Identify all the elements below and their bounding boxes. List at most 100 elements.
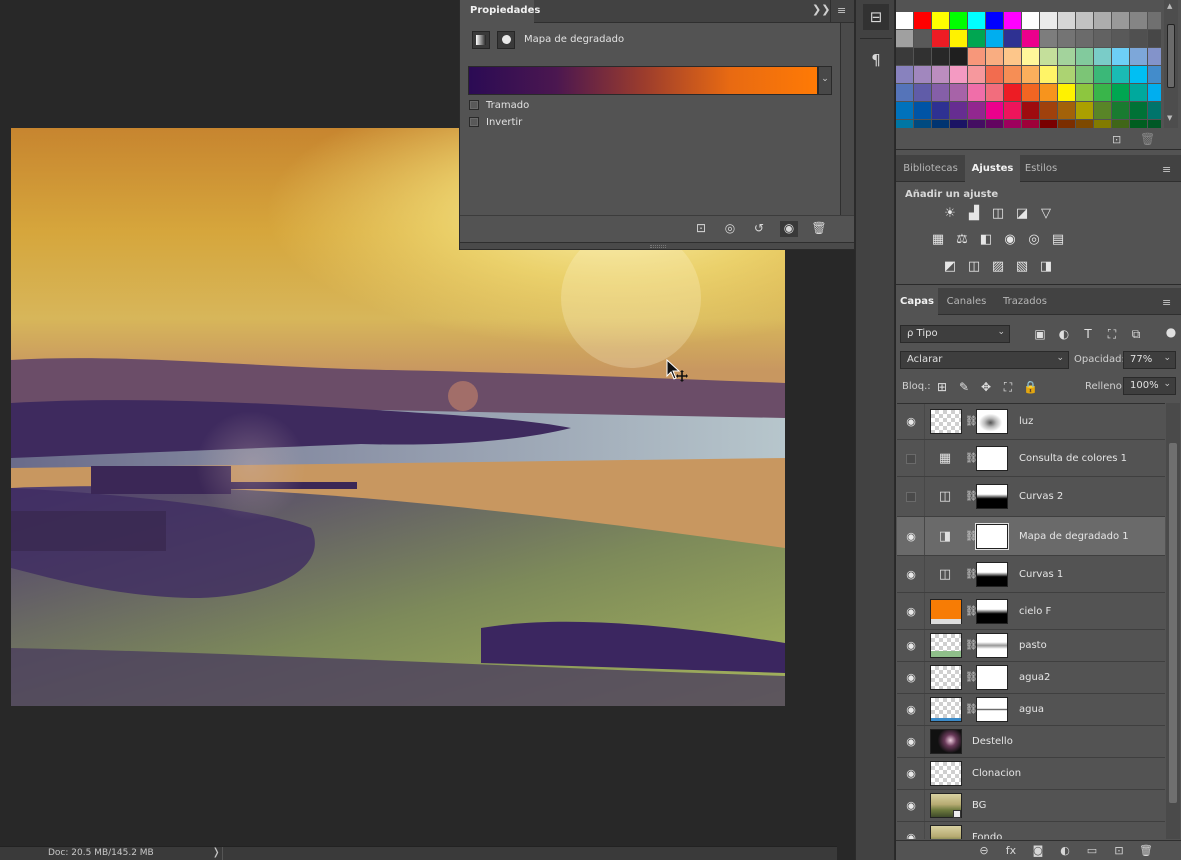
swatch[interactable] xyxy=(1112,66,1129,83)
visibility-cell[interactable]: ◉ xyxy=(897,726,925,757)
swatch[interactable] xyxy=(1094,84,1111,101)
eye-icon[interactable]: ◉ xyxy=(905,640,917,651)
swatch[interactable] xyxy=(1022,102,1039,119)
new-adjustment-icon[interactable]: ◐ xyxy=(1057,844,1073,858)
properties-scrollbar[interactable] xyxy=(840,23,854,215)
tab-properties[interactable]: Propiedades xyxy=(460,0,540,23)
layer-row[interactable]: ◉ ⛓ luz xyxy=(897,404,1165,440)
layer-mask-thumbnail[interactable] xyxy=(976,697,1008,722)
trash-icon[interactable]: 🗑 xyxy=(810,221,828,237)
swatch[interactable] xyxy=(1112,30,1129,47)
swatch[interactable] xyxy=(1040,120,1057,128)
eye-icon[interactable]: ◉ xyxy=(905,531,917,542)
swatch[interactable] xyxy=(1004,48,1021,65)
layer-name[interactable]: Clonacion xyxy=(972,768,1021,779)
selective-color-icon[interactable]: ▧ xyxy=(1014,259,1030,275)
swatch[interactable] xyxy=(932,30,949,47)
link-icon[interactable]: ⛓ xyxy=(965,672,978,684)
swatch[interactable] xyxy=(932,84,949,101)
swatch[interactable] xyxy=(968,120,985,128)
visibility-cell[interactable]: ◉ xyxy=(897,758,925,789)
hue-saturation-icon[interactable]: ▦ xyxy=(930,232,946,248)
swatch[interactable] xyxy=(1058,120,1075,128)
swatch[interactable] xyxy=(1112,12,1129,29)
swatch[interactable] xyxy=(986,102,1003,119)
channel-mixer-icon[interactable]: ◎ xyxy=(1026,232,1042,248)
layer-mask-thumbnail[interactable] xyxy=(975,523,1009,550)
swatch[interactable] xyxy=(914,30,931,47)
swatch[interactable] xyxy=(986,66,1003,83)
swatch[interactable] xyxy=(986,120,1003,128)
swatch[interactable] xyxy=(1004,30,1021,47)
swatch[interactable] xyxy=(1058,48,1075,65)
layer-row[interactable]: ◉ ⛓ agua xyxy=(897,694,1165,726)
swatch[interactable] xyxy=(1076,12,1093,29)
mask-icon[interactable] xyxy=(497,31,515,49)
swatch[interactable] xyxy=(968,84,985,101)
clip-to-layer-icon[interactable]: ⊡ xyxy=(692,221,710,237)
delete-layer-icon[interactable]: 🗑 xyxy=(1138,844,1154,858)
swatch[interactable] xyxy=(1022,66,1039,83)
color-balance-icon[interactable]: ⚖ xyxy=(954,232,970,248)
swatch[interactable] xyxy=(986,12,1003,29)
history-panel-button[interactable]: ⊟ xyxy=(863,4,889,30)
link-icon[interactable]: ⛓ xyxy=(965,606,978,618)
layers-scrollbar[interactable] xyxy=(1166,403,1180,839)
swatch[interactable] xyxy=(1004,12,1021,29)
layer-mask-thumbnail[interactable] xyxy=(976,633,1008,658)
exposure-icon[interactable]: ◪ xyxy=(1014,206,1030,222)
swatch[interactable] xyxy=(1076,66,1093,83)
swatch[interactable] xyxy=(1040,48,1057,65)
link-icon[interactable]: ⛓ xyxy=(965,569,978,581)
layer-mask-thumbnail[interactable] xyxy=(976,446,1008,471)
blend-mode-select[interactable]: Aclarar ⌄ xyxy=(900,351,1069,369)
visibility-cell[interactable]: ◉ xyxy=(897,822,925,839)
lock-position-icon[interactable]: ✥ xyxy=(979,380,993,394)
swatch[interactable] xyxy=(950,120,967,128)
swatch[interactable] xyxy=(896,12,913,29)
swatch[interactable] xyxy=(1094,120,1111,128)
link-icon[interactable]: ⛓ xyxy=(965,531,978,543)
visibility-cell[interactable]: ◉ xyxy=(897,556,925,592)
swatch[interactable] xyxy=(1148,102,1161,119)
swatch[interactable] xyxy=(950,84,967,101)
swatch[interactable] xyxy=(1130,30,1147,47)
layer-row[interactable]: ◉ Clonacion xyxy=(897,758,1165,790)
eye-icon[interactable]: ◉ xyxy=(905,832,917,839)
layer-name[interactable]: agua xyxy=(1019,704,1044,715)
eye-icon[interactable]: ◉ xyxy=(905,704,917,715)
new-swatch-icon[interactable]: ⊡ xyxy=(1112,133,1121,146)
type-filter-icon[interactable]: T xyxy=(1081,327,1095,341)
layer-name[interactable]: Consulta de colores 1 xyxy=(1019,453,1127,464)
layer-name[interactable]: agua2 xyxy=(1019,672,1050,683)
swatch[interactable] xyxy=(1148,84,1161,101)
swatch[interactable] xyxy=(1112,84,1129,101)
tab-paths[interactable]: Trazados xyxy=(995,288,1055,315)
tab-styles[interactable]: Estilos xyxy=(1020,155,1062,182)
swatch[interactable] xyxy=(1094,12,1111,29)
visibility-cell[interactable]: ◉ xyxy=(897,404,925,439)
swatch[interactable] xyxy=(950,102,967,119)
layer-name[interactable]: Mapa de degradado 1 xyxy=(1019,531,1129,542)
swatch[interactable] xyxy=(1058,84,1075,101)
swatch[interactable] xyxy=(1148,12,1161,29)
tab-layers[interactable]: Capas xyxy=(896,288,938,315)
status-menu-arrow-icon[interactable]: ❭ xyxy=(212,847,220,858)
layer-row[interactable]: ◉ Destello xyxy=(897,726,1165,758)
swatch[interactable] xyxy=(1040,84,1057,101)
visibility-cell[interactable]: ◉ xyxy=(897,694,925,725)
swatch[interactable] xyxy=(1022,120,1039,128)
tab-adjustments[interactable]: Ajustes xyxy=(965,155,1020,182)
swatch[interactable] xyxy=(896,30,913,47)
layer-mask-thumbnail[interactable] xyxy=(976,409,1008,434)
option-reverse[interactable]: Invertir xyxy=(469,115,522,129)
layer-name[interactable]: luz xyxy=(1019,416,1033,427)
shape-filter-icon[interactable]: ⛶ xyxy=(1105,327,1119,341)
layer-filter-kind[interactable]: ρ Tipo ⌄ xyxy=(900,325,1010,343)
swatch[interactable] xyxy=(1022,12,1039,29)
tab-libraries[interactable]: Bibliotecas xyxy=(896,155,965,182)
scroll-thumb[interactable] xyxy=(1169,443,1177,803)
swatch[interactable] xyxy=(1022,30,1039,47)
new-group-icon[interactable]: ▭ xyxy=(1084,844,1100,858)
opacity-input[interactable]: 77% ⌄ xyxy=(1123,351,1176,369)
